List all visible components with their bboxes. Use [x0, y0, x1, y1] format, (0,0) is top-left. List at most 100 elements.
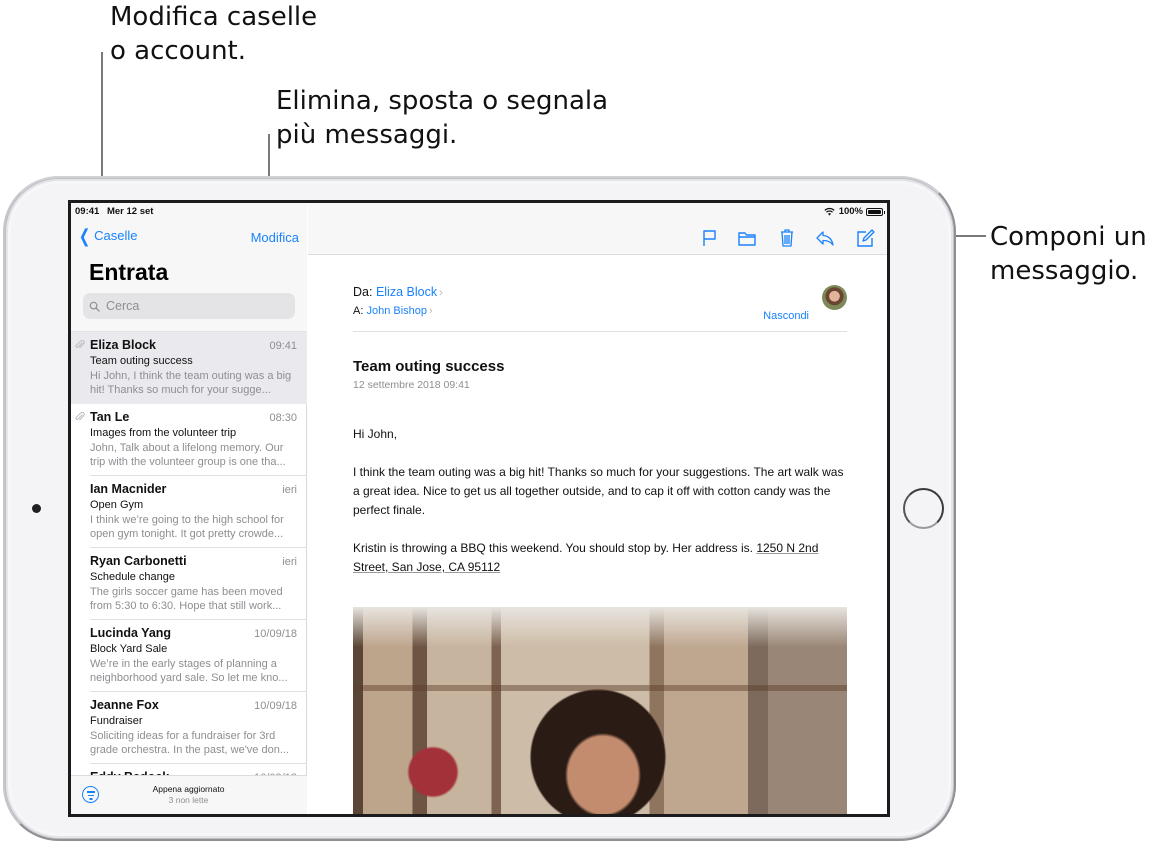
message-sender: Ryan Carbonetti	[90, 554, 187, 568]
message-list-item[interactable]: Tan Le 08:30 Images from the volunteer tri…	[71, 404, 307, 476]
mailbox-list-pane: 09:41 Mer 12 set ❮ Caselle Modifica Entr…	[71, 203, 307, 814]
message-row-header: Tan Le 08:30	[90, 410, 297, 424]
move-to-folder-button[interactable]	[736, 227, 758, 249]
message-date: 12 settembre 2018 09:41	[353, 379, 470, 391]
page-title: Entrata	[89, 259, 169, 285]
toolbar-actions	[308, 227, 887, 249]
message-subject: Open Gym	[90, 499, 144, 511]
callout-edit: Elimina, sposta o segnala più messaggi.	[276, 84, 608, 152]
chevron-right-icon: ›	[429, 305, 433, 317]
message-list-item[interactable]: Lucinda Yang 10/09/18 Block Yard Sale We’re…	[71, 620, 307, 692]
message-sender: Jeanne Fox	[90, 698, 159, 712]
message-preview: Hi John, I think the team outing was a b…	[90, 370, 292, 396]
message-subject: Team outing success	[90, 355, 193, 367]
message-date: 08:30	[269, 412, 297, 424]
message-subject: Schedule change	[90, 571, 176, 583]
chevron-left-icon: ❮	[78, 225, 91, 246]
message-subject: Block Yard Sale	[90, 643, 168, 655]
filter-button[interactable]	[82, 786, 99, 803]
mailboxes-back-button[interactable]: ❮ Caselle	[77, 225, 138, 246]
message-date: 09:41	[269, 340, 297, 352]
flag-button[interactable]	[699, 227, 721, 249]
update-status: Appena aggiornato 3 non lette	[121, 784, 256, 806]
message-date: 10/09/18	[254, 628, 297, 640]
message-subject: Team outing success	[353, 358, 505, 375]
message-date: ieri	[282, 484, 297, 496]
attached-photo[interactable]	[353, 607, 847, 814]
message-row-header: Jeanne Fox 10/09/18	[90, 698, 297, 712]
message-header: Da: Eliza Block › A: John Bishop › Nascond…	[353, 285, 847, 322]
compose-button[interactable]	[854, 227, 876, 249]
callout-compose: Componi un messaggio.	[990, 220, 1147, 288]
message-preview: John, Talk about a lifelong memory. Our …	[90, 442, 286, 468]
mailbox-footer: Appena aggiornato 3 non lette	[71, 775, 307, 814]
status-bar-left: 09:41 Mer 12 set	[75, 206, 158, 217]
message-row-header: Ryan Carbonetti ieri	[90, 554, 297, 568]
callout-edit-line1: Elimina, sposta o segnala	[276, 86, 609, 116]
search-field[interactable]	[83, 293, 295, 319]
message-preview: The girls soccer game has been moved fro…	[90, 586, 283, 612]
trash-icon	[781, 229, 793, 247]
mailboxes-back-label: Caselle	[94, 228, 138, 243]
battery-level	[868, 209, 881, 214]
front-camera	[32, 504, 41, 513]
body-paragraph-text: Kristin is throwing a BBQ this weekend. …	[353, 541, 757, 555]
callout-compose-line2: messaggio.	[990, 256, 1139, 286]
status-date: Mer 12 set	[106, 206, 154, 217]
unread-count: 3 non lette	[168, 795, 209, 805]
message-list[interactable]: Eliza Block 09:41 Team outing success Hi Jo…	[71, 331, 307, 781]
edit-button[interactable]: Modifica	[251, 230, 299, 245]
attachment-icon	[75, 412, 85, 421]
battery-icon	[866, 207, 885, 216]
hide-details-button[interactable]: Nascondi	[763, 310, 809, 322]
from-label: Da:	[353, 285, 373, 299]
message-list-item[interactable]: Ian Macnider ieri Open Gym I think we’re go…	[71, 476, 307, 548]
delete-button[interactable]	[776, 227, 798, 249]
message-subject: Fundraiser	[90, 715, 143, 727]
from-line: Da: Eliza Block ›	[353, 285, 847, 299]
callout-mailboxes-line1: Modifica caselle	[110, 2, 318, 32]
to-label: A:	[353, 305, 364, 317]
filter-icon	[86, 791, 95, 793]
attachment-icon	[75, 340, 85, 349]
sender-avatar[interactable]	[822, 285, 847, 310]
status-time: 09:41	[75, 206, 100, 217]
filter-icon-line	[89, 798, 92, 800]
status-bar-right: 100%	[824, 206, 885, 217]
message-date: ieri	[282, 556, 297, 568]
update-status-text: Appena aggiornato	[152, 784, 225, 794]
message-list-item[interactable]: Ryan Carbonetti ieri Schedule change The gi…	[71, 548, 307, 620]
ipad-screen: 09:41 Mer 12 set ❮ Caselle Modifica Entr…	[68, 200, 890, 817]
chevron-right-icon: ›	[439, 287, 443, 299]
message-list-item[interactable]: Eliza Block 09:41 Team outing success Hi Jo…	[71, 332, 307, 404]
message-preview: We’re in the early stages of planning a …	[90, 658, 288, 684]
message-row-header: Lucinda Yang 10/09/18	[90, 626, 297, 640]
battery-percent: 100%	[838, 206, 863, 217]
message-row-header: Ian Macnider ieri	[90, 482, 297, 496]
mailbox-list-header: 09:41 Mer 12 set ❮ Caselle Modifica Entr…	[71, 203, 307, 331]
filter-icon-line	[87, 794, 94, 796]
home-button[interactable]	[903, 488, 944, 529]
message-row-header: Eliza Block 09:41	[90, 338, 297, 352]
message-toolbar: 100%	[308, 203, 887, 255]
message-date: 10/09/18	[254, 700, 297, 712]
from-sender-link[interactable]: Eliza Block	[376, 285, 437, 299]
callout-compose-line1: Componi un	[990, 222, 1147, 252]
message-sender: Eliza Block	[90, 338, 156, 352]
folder-icon	[738, 232, 756, 246]
header-divider	[353, 331, 847, 332]
message-preview: Soliciting ideas for a fundraiser for 3r…	[90, 730, 289, 756]
message-body: Hi John, I think the team outing was a b…	[353, 425, 847, 596]
to-recipient-link[interactable]: John Bishop	[366, 305, 427, 317]
message-preview: I think we’re going to the high school f…	[90, 514, 284, 540]
search-input[interactable]	[106, 299, 276, 313]
search-icon	[89, 301, 100, 312]
wifi-icon	[824, 207, 835, 216]
reply-button[interactable]	[814, 227, 836, 249]
flag-icon	[703, 230, 716, 246]
message-sender: Ian Macnider	[90, 482, 167, 496]
message-list-item[interactable]: Jeanne Fox 10/09/18 Fundraiser Soliciting i…	[71, 692, 307, 764]
message-sender: Lucinda Yang	[90, 626, 172, 640]
compose-icon	[857, 229, 875, 247]
message-subject: Images from the volunteer trip	[90, 427, 237, 439]
